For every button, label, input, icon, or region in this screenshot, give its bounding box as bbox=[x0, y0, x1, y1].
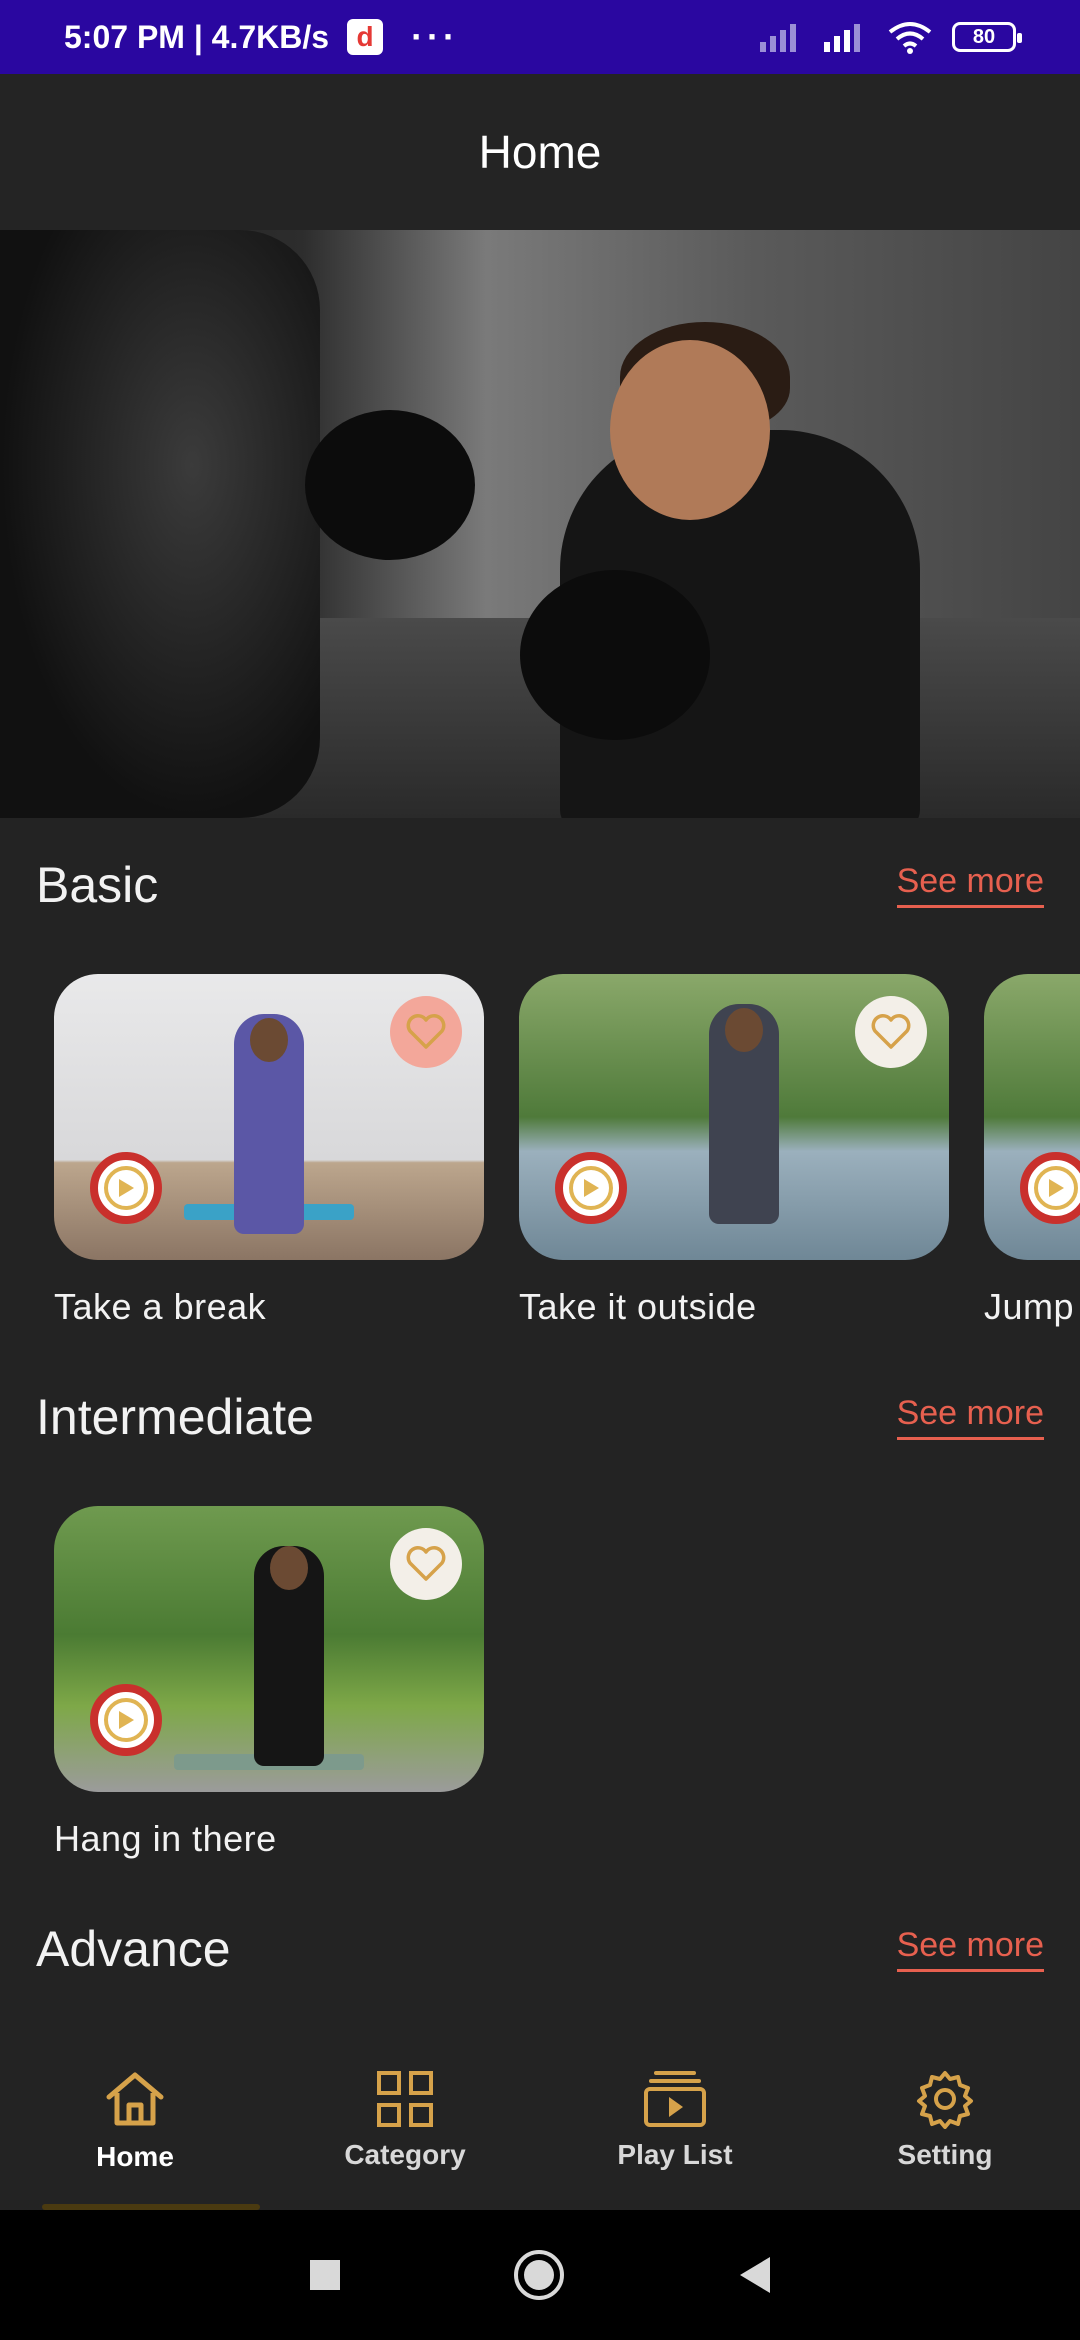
more-notifications-icon: ··· bbox=[411, 16, 460, 57]
workout-title: Hang in there bbox=[54, 1818, 277, 1859]
workout-title: Jump bbox=[984, 1286, 1075, 1327]
favorite-button[interactable] bbox=[855, 996, 927, 1068]
nav-item-setting[interactable]: Setting bbox=[810, 2030, 1080, 2210]
recents-icon[interactable] bbox=[308, 2258, 342, 2292]
workout-card-cropped[interactable]: Jump bbox=[984, 974, 1080, 1354]
play-icon bbox=[119, 1711, 134, 1729]
workout-title: Take it outside bbox=[519, 1286, 757, 1327]
bottom-navigation: Home Category Play List Setting bbox=[0, 2030, 1080, 2210]
hero-boy-head bbox=[610, 340, 770, 520]
workout-thumbnail[interactable] bbox=[984, 974, 1080, 1260]
play-button[interactable] bbox=[90, 1684, 162, 1756]
notification-app-icon: d bbox=[347, 19, 384, 55]
signal-icon bbox=[760, 24, 796, 52]
section-title: Basic bbox=[36, 857, 159, 913]
play-icon bbox=[119, 1179, 134, 1197]
play-icon bbox=[584, 1179, 599, 1197]
workout-thumbnail[interactable] bbox=[519, 974, 949, 1260]
workout-card[interactable]: Take a break bbox=[54, 974, 484, 1328]
heart-icon bbox=[406, 1546, 446, 1581]
home-icon bbox=[106, 2072, 164, 2126]
see-more-link-advance[interactable]: See more bbox=[896, 1926, 1044, 1972]
workout-card[interactable]: Take it outside bbox=[519, 974, 949, 1328]
workout-thumbnail[interactable] bbox=[54, 974, 484, 1260]
page-title: Home bbox=[478, 126, 602, 178]
nav-item-home[interactable]: Home bbox=[0, 2030, 270, 2210]
system-navigation-bar bbox=[0, 2210, 1080, 2340]
nav-label: Category bbox=[344, 2139, 466, 2170]
nav-label: Play List bbox=[617, 2139, 733, 2170]
nav-item-category[interactable]: Category bbox=[270, 2030, 540, 2210]
play-icon bbox=[1049, 1179, 1064, 1197]
boxing-glove-2 bbox=[520, 570, 710, 740]
gear-icon bbox=[917, 2071, 973, 2129]
play-button[interactable] bbox=[90, 1152, 162, 1224]
workout-card[interactable]: Jump bbox=[984, 974, 1080, 1328]
favorite-button[interactable] bbox=[390, 996, 462, 1068]
heart-icon bbox=[406, 1014, 446, 1049]
workout-card[interactable]: Hang in there bbox=[54, 1506, 484, 1860]
grid-icon bbox=[377, 2071, 433, 2127]
nav-label: Home bbox=[96, 2141, 174, 2172]
workout-thumbnail[interactable] bbox=[54, 1506, 484, 1792]
wifi-icon bbox=[888, 22, 932, 54]
play-button[interactable] bbox=[1020, 1152, 1080, 1224]
hero-banner-image[interactable] bbox=[0, 230, 1080, 818]
heart-icon bbox=[871, 1014, 911, 1049]
playlist-icon bbox=[644, 2071, 706, 2127]
section-header-advance: Advance See more bbox=[36, 1920, 1044, 1978]
boxing-glove bbox=[305, 410, 475, 560]
favorite-button[interactable] bbox=[390, 1528, 462, 1600]
see-more-link-basic[interactable]: See more bbox=[896, 862, 1044, 908]
workout-title: Take a break bbox=[54, 1286, 267, 1327]
section-title: Advance bbox=[36, 1921, 231, 1977]
section-header-basic: Basic See more bbox=[36, 856, 1044, 914]
status-time: 5:07 PM | 4.7KB/s bbox=[64, 18, 330, 55]
nav-label: Setting bbox=[897, 2139, 993, 2170]
app-bar: Home bbox=[0, 74, 1080, 230]
section-title: Intermediate bbox=[36, 1389, 314, 1445]
battery-icon: 80 bbox=[952, 22, 1022, 52]
play-button[interactable] bbox=[555, 1152, 627, 1224]
section-header-intermediate: Intermediate See more bbox=[36, 1388, 1044, 1446]
signal-icon-2 bbox=[824, 24, 860, 52]
see-more-link-intermediate[interactable]: See more bbox=[896, 1394, 1044, 1440]
punching-bag bbox=[0, 230, 320, 818]
nav-item-playlist[interactable]: Play List bbox=[540, 2030, 810, 2210]
home-system-icon[interactable] bbox=[512, 2248, 566, 2302]
back-icon[interactable] bbox=[736, 2255, 772, 2295]
status-bar: 5:07 PM | 4.7KB/s d ··· 80 bbox=[0, 0, 1080, 74]
